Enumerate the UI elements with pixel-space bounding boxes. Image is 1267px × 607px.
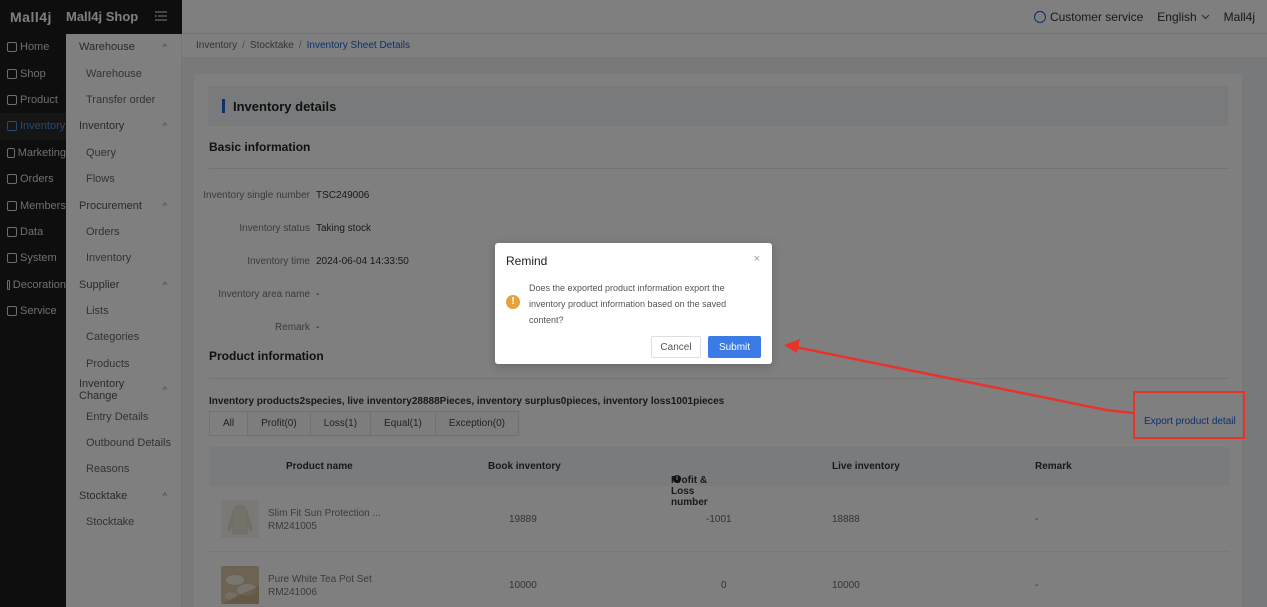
close-icon[interactable]: ×: [754, 253, 760, 265]
cancel-button[interactable]: Cancel: [651, 336, 701, 358]
dialog-message: Does the exported product information ex…: [529, 283, 727, 325]
submit-button[interactable]: Submit: [708, 336, 761, 358]
remind-dialog: Remind × ! Does the exported product inf…: [495, 243, 772, 364]
dialog-title: Remind: [506, 254, 548, 268]
annotation-highlight-box: [1133, 391, 1245, 439]
warning-icon: !: [506, 295, 520, 309]
